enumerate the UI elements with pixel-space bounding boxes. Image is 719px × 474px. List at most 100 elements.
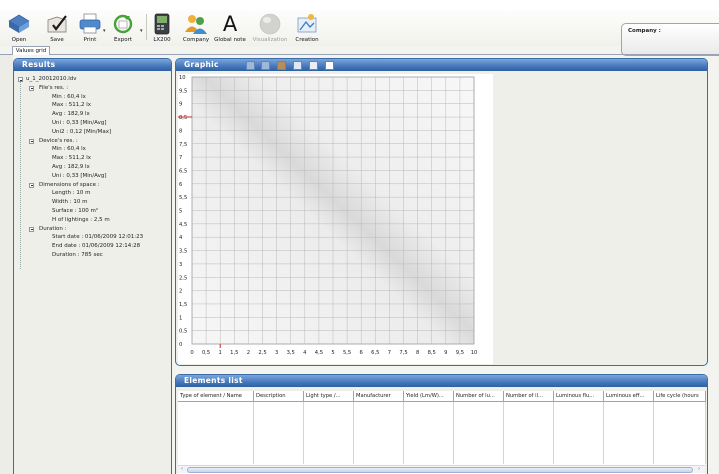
y-tick-label: 8,5 — [179, 115, 187, 121]
y-tick-label: 9 — [179, 102, 182, 108]
x-tick-label: 1 — [219, 350, 222, 356]
save-label: Save — [50, 37, 64, 43]
tree-leaf: Min : 60,4 lx — [52, 93, 86, 100]
column-divider — [603, 402, 604, 464]
tree-leaf: Width : 10 m — [52, 199, 88, 206]
save-button[interactable]: Save — [42, 10, 72, 46]
y-tick-label: 4 — [179, 235, 183, 241]
collapse-toggle-icon[interactable] — [29, 182, 34, 188]
y-tick-label: 0 — [179, 342, 182, 348]
x-tick-label: 4,5 — [315, 350, 323, 356]
y-tick-label: 2,5 — [179, 275, 187, 281]
global-note-label: Global note — [214, 37, 246, 43]
left-gutter — [0, 55, 13, 474]
column-divider — [705, 402, 706, 464]
export-button[interactable]: Export — [108, 10, 138, 46]
chart-icon[interactable] — [325, 61, 334, 70]
export-icon — [113, 14, 133, 34]
column-divider — [553, 402, 554, 464]
export-label: Export — [113, 37, 132, 43]
x-tick-label: 1,5 — [230, 350, 238, 356]
y-tick-label: 5,5 — [179, 195, 187, 201]
column-header[interactable]: Type of element / Name — [178, 391, 254, 402]
lx200-button[interactable]: LX200 — [148, 10, 176, 46]
dotted-grid-icon[interactable] — [293, 61, 302, 70]
column-divider — [253, 402, 254, 464]
table-grid-icon[interactable] — [309, 61, 318, 70]
creation-label: Creation — [295, 37, 319, 43]
global-note-button[interactable]: A Global note — [213, 10, 247, 46]
image-tool-icon[interactable] — [246, 61, 255, 70]
y-tick-label: 2 — [179, 289, 182, 295]
image-tool-icon[interactable] — [261, 61, 270, 70]
column-header[interactable]: Luminous flu... — [554, 391, 604, 402]
visualization-button[interactable]: Visualization — [250, 10, 290, 46]
file-name: u_1_20012010.ldv — [26, 76, 77, 82]
tree-node-files-res[interactable]: File's res. : — [18, 84, 169, 93]
x-tick-label: 5 — [331, 350, 334, 356]
tree-leaf: Length : 10 m — [52, 190, 91, 197]
elements-table-header: Type of element / Name Description Light t… — [178, 391, 706, 402]
values-grid-plot[interactable]: 0 0,5 1 1,5 2 2,5 3 3,5 4 4,5 5 5,5 6 6,5 7 7,5 8 8,5 9 9,5… — [178, 74, 493, 364]
column-header[interactable]: Luminous eff... — [604, 391, 654, 402]
x-tick-label: 7,5 — [399, 350, 407, 356]
results-title: Results — [14, 59, 171, 71]
y-tick-label: 7 — [179, 155, 182, 161]
creation-button[interactable]: Creation — [290, 10, 324, 46]
y-tick-label: 0,5 — [179, 329, 187, 335]
creation-icon — [297, 14, 317, 33]
grid-color-icon[interactable] — [277, 61, 286, 70]
scroll-left-icon[interactable]: ‹ — [178, 466, 186, 473]
x-tick-label: 9,5 — [456, 350, 464, 356]
column-divider — [403, 402, 404, 464]
tree-leaf: Avg : 182,9 lx — [52, 111, 90, 118]
collapse-toggle-icon[interactable] — [29, 226, 34, 232]
company-button[interactable]: Company — [180, 10, 212, 46]
scroll-right-icon[interactable]: › — [695, 466, 703, 473]
tab-values-grid[interactable]: Values grid — [12, 46, 50, 55]
y-tick-label: 3,5 — [179, 249, 187, 255]
tree-node-dimensions[interactable]: Dimensions of space : — [18, 181, 169, 190]
lx200-label: LX200 — [153, 37, 171, 43]
column-header[interactable]: Number of lu... — [454, 391, 504, 402]
company-info-label: Company : — [628, 28, 661, 34]
duration-label: Duration : — [39, 225, 67, 232]
open-button[interactable]: Open — [4, 10, 34, 46]
dimensions-label: Dimensions of space : — [39, 181, 100, 188]
column-header[interactable]: Light type /... — [304, 391, 354, 402]
collapse-toggle-icon[interactable] — [29, 85, 34, 91]
print-dropdown-arrow-icon[interactable]: ▾ — [103, 28, 106, 34]
toolbar: Open Save Print ▾ Export ▾ LX200 Company… — [0, 10, 719, 56]
column-header[interactable]: Number of il... — [504, 391, 554, 402]
visualization-label: Visualization — [252, 37, 288, 43]
devices-res-label: Device's res. : — [39, 137, 78, 144]
results-panel: Results u_1_20012010.ldv File's res. : M… — [13, 58, 172, 474]
tree-node-duration[interactable]: Duration : — [18, 225, 169, 234]
column-header[interactable]: Manufacturer — [354, 391, 404, 402]
x-tick-label: 6 — [360, 350, 363, 356]
tree-node-file[interactable]: u_1_20012010.ldv — [18, 75, 169, 84]
print-button[interactable]: Print — [78, 10, 102, 46]
y-tick-label: 6,5 — [179, 168, 187, 174]
elements-list-title: Elements list — [176, 375, 707, 387]
tree-leaf: Avg : 182,9 lx — [52, 163, 90, 170]
collapse-toggle-icon[interactable] — [18, 77, 23, 82]
elements-table[interactable]: Type of element / Name Description Light t… — [178, 391, 706, 474]
x-tick-label: 3,5 — [287, 350, 295, 356]
letter-a-icon: A — [222, 12, 238, 36]
files-res-label: File's res. : — [39, 84, 69, 91]
y-tick-label: 3 — [179, 262, 182, 268]
column-header[interactable]: Description — [254, 391, 304, 402]
column-header[interactable]: Yield (Lm/W)... — [404, 391, 454, 402]
tree-leaf: Uni : 0,33 [Min/Avg] — [52, 172, 107, 179]
export-dropdown-arrow-icon[interactable]: ▾ — [140, 28, 143, 34]
x-tick-label: 3 — [275, 350, 278, 356]
horizontal-scrollbar[interactable]: ‹ › — [178, 465, 705, 473]
collapse-toggle-icon[interactable] — [29, 138, 34, 144]
scrollbar-thumb[interactable] — [187, 467, 693, 473]
tree-leaf: Max : 511,2 lx — [52, 102, 91, 109]
x-tick-label: 7 — [388, 350, 391, 356]
column-header[interactable]: Life cycle (hours — [654, 391, 706, 402]
tree-node-devices-res[interactable]: Device's res. : — [18, 137, 169, 146]
tab-strip-line — [0, 54, 719, 55]
